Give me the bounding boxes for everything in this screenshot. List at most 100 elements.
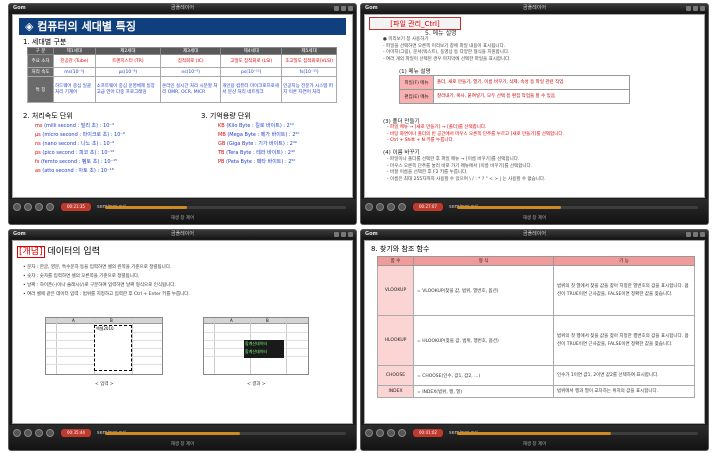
table-cell: μs(10⁻⁶) <box>94 67 162 77</box>
list-item: • 날짜 : 하이픈(-)이나 슬래시(/)로 구분하여 입력하면 날짜 형식으… <box>23 283 176 288</box>
next-icon[interactable] <box>46 429 54 437</box>
playback-controls: 00:21:35 seminar.avi 재생 창 제어 <box>9 199 356 224</box>
next-icon[interactable] <box>398 203 406 211</box>
menu-table: 파일(F) 메뉴 폴더, 새로 만들기, 열기, 이름 바꾸기, 삭제, 속성 등… <box>399 75 630 104</box>
rename-steps: - 파일이나 폴더를 선택한 후 파일 메뉴 → [이름 바꾸기]를 선택합니다… <box>387 157 546 183</box>
window-title: 곰플레이어 <box>170 231 194 237</box>
list-item: KB (Kilo Byte : 킬로 바이트) : 2¹⁰ <box>218 123 294 129</box>
list-item: as (atto second : 아토 초) : 10⁻¹⁸ <box>35 168 114 174</box>
play-icon[interactable] <box>13 429 21 437</box>
maximize-icon[interactable] <box>693 232 698 237</box>
prev-icon[interactable] <box>35 429 43 437</box>
bullet-list: • 문자 : 한글, 영문, 특수문자 등을 입력하면 셀의 왼쪽을 기준으로 … <box>23 263 345 299</box>
play-icon[interactable] <box>365 203 373 211</box>
slide-subtitle: 5. 메뉴 설명 <box>425 30 457 37</box>
table-header: 제3세대 <box>160 47 222 55</box>
slide-title: 8. 찾기와 참조 함수 <box>371 245 430 253</box>
play-icon[interactable] <box>13 203 21 211</box>
table-header: 형 식 <box>413 256 554 266</box>
table-header: 제2세대 <box>94 47 162 55</box>
list-item: ps (pico second : 피코 초) : 10⁻¹² <box>35 150 115 156</box>
table-header: 제4세대 <box>220 47 283 55</box>
playback-controls: 00:41:02 seminar.avi 재생 창 제어 <box>361 425 708 450</box>
table-cell: fs(10⁻¹⁵) <box>281 67 337 77</box>
control-subtitle: 재생 창 제어 <box>522 442 547 447</box>
table-header: 기 능 <box>553 256 695 266</box>
video-screen[interactable]: [개념] 데이터의 입력 • 문자 : 한글, 영문, 특수문자 등을 입력하면… <box>12 240 353 424</box>
table-cell: 트랜지스터 (TR) <box>94 54 162 68</box>
next-icon[interactable] <box>46 203 54 211</box>
minimize-icon[interactable] <box>334 232 339 237</box>
section-heading: 2. 처리속도 단위 <box>23 112 73 120</box>
table-header: 제5세대 <box>281 47 337 55</box>
player-titlebar: Gom 곰플레이어 <box>361 230 708 239</box>
player-window-1: Gom 곰플레이어 ◈ 컴퓨터의 세대별 특징 1. 세대별 구분 구 분 제1… <box>8 3 357 225</box>
video-screen[interactable]: [파일 관리_Ctrl] 5. 메뉴 설명 ● 미리보기 창 사용하기 - 파일… <box>364 14 705 198</box>
maximize-icon[interactable] <box>341 232 346 237</box>
stop-icon[interactable] <box>376 429 384 437</box>
list-item: • 문자 : 한글, 영문, 특수문자 등을 입력하면 셀의 왼쪽을 기준으로 … <box>23 265 172 270</box>
stop-icon[interactable] <box>24 429 32 437</box>
video-screen[interactable]: 8. 찾기와 참조 함수 함 수 형 식 기 능 VLOOKUP = VLOOK… <box>364 240 705 424</box>
close-icon[interactable] <box>700 232 705 237</box>
table-cell: 고밀도 집적회로 (LSI) <box>220 54 283 68</box>
play-icon[interactable] <box>365 429 373 437</box>
playback-controls: 00:27:07 seminar.avi 재생 창 제어 <box>361 199 708 224</box>
table-cell: = CHOOSE(인수, 값1, 값2, ...) <box>413 365 554 386</box>
table-cell: = INDEX(범위, 행, 열) <box>413 385 554 398</box>
table-cell: 초고밀도 집적회로(VLSI) <box>281 54 337 68</box>
table-cell: 폴더, 새로 만들기, 열기, 이름 바꾸기, 삭제, 속성 등 파일 관련 작… <box>433 75 630 90</box>
window-title: 곰플레이어 <box>522 231 546 237</box>
prev-icon[interactable] <box>387 429 395 437</box>
maximize-icon[interactable] <box>693 6 698 11</box>
control-subtitle: 재생 창 제어 <box>522 216 547 221</box>
minimize-icon[interactable] <box>686 232 691 237</box>
stop-icon[interactable] <box>24 203 32 211</box>
list-item: MB (Mega Byte : 메가 바이트) : 2²⁰ <box>218 132 300 138</box>
close-icon[interactable] <box>700 6 705 11</box>
table-cell: 편집(E) 메뉴 <box>399 89 434 104</box>
seek-bar[interactable] <box>457 206 698 209</box>
list-item: • 숫자 : 숫자를 입력하면 셀의 오른쪽을 기준으로 정렬됩니다. <box>23 274 140 279</box>
title-tag: [개념] <box>17 246 45 258</box>
row-header: 처리 속도 <box>27 67 54 77</box>
seek-progress <box>457 432 612 435</box>
stop-icon[interactable] <box>376 203 384 211</box>
minimize-icon[interactable] <box>334 6 339 11</box>
list-item: TB (Tera Byte : 테라 바이트) : 2⁴⁰ <box>218 150 295 156</box>
table-cell: 인수가 1이면 값1, 2이면 값2를 선택하여 표시합니다. <box>553 365 695 386</box>
player-window-3: Gom 곰플레이어 [개념] 데이터의 입력 • 문자 : 한글, 영문, 특수… <box>8 229 357 451</box>
player-titlebar: Gom 곰플레이어 <box>9 230 356 239</box>
column-label: B <box>266 318 269 323</box>
column-label: B <box>110 318 113 323</box>
minimize-icon[interactable] <box>686 6 691 11</box>
table-header: 제1세대 <box>53 47 96 55</box>
section-heading: (3) 폴더 만들기 <box>383 119 420 125</box>
list-item: • 여러 셀에 같은 데이터 입력 : 범위를 지정하고 입력한 후 Ctrl … <box>23 292 190 297</box>
prev-icon[interactable] <box>35 203 43 211</box>
column-label: A <box>230 318 233 323</box>
seek-bar[interactable] <box>105 432 346 435</box>
seek-progress <box>457 206 561 209</box>
table-cell: CHOOSE <box>377 365 414 386</box>
speed-unit-list: ms (milli second : 밀리 초) : 10⁻³ μs (micr… <box>35 122 125 176</box>
table-cell: INDEX <box>377 385 414 398</box>
close-icon[interactable] <box>348 6 353 11</box>
table-cell: 범위에서 행과 열이 교차하는 위치의 값을 표시합니다. <box>553 385 695 398</box>
seek-bar[interactable] <box>457 432 698 435</box>
next-icon[interactable] <box>398 429 406 437</box>
memory-unit-list: KB (Kilo Byte : 킬로 바이트) : 2¹⁰ MB (Mega B… <box>218 122 299 167</box>
seek-bar[interactable] <box>105 206 346 209</box>
list-item: μs (micro second : 마이크로 초) : 10⁻⁶ <box>35 132 126 138</box>
maximize-icon[interactable] <box>341 6 346 11</box>
video-screen[interactable]: ◈ 컴퓨터의 세대별 특징 1. 세대별 구분 구 분 제1세대 제2세대 제3… <box>12 14 353 198</box>
list-item: PB (Peta Byte : 페타 바이트) : 2⁵⁰ <box>218 159 296 165</box>
table-cell: ns(10⁻⁹) <box>160 67 222 77</box>
prev-icon[interactable] <box>387 203 395 211</box>
generation-table: 구 분 제1세대 제2세대 제3세대 제4세대 제5세대 주요 소자 진공관 (… <box>27 47 337 103</box>
intro-text: ● 미리보기 창 사용하기 - 파일을 선택하면 오른쪽 미리보기 창에 파일 … <box>383 37 511 63</box>
slide-title: ◈ 컴퓨터의 세대별 특징 <box>19 18 346 35</box>
close-icon[interactable] <box>348 232 353 237</box>
window-title: 곰플레이어 <box>170 5 194 11</box>
player-titlebar: Gom 곰플레이어 <box>361 4 708 13</box>
